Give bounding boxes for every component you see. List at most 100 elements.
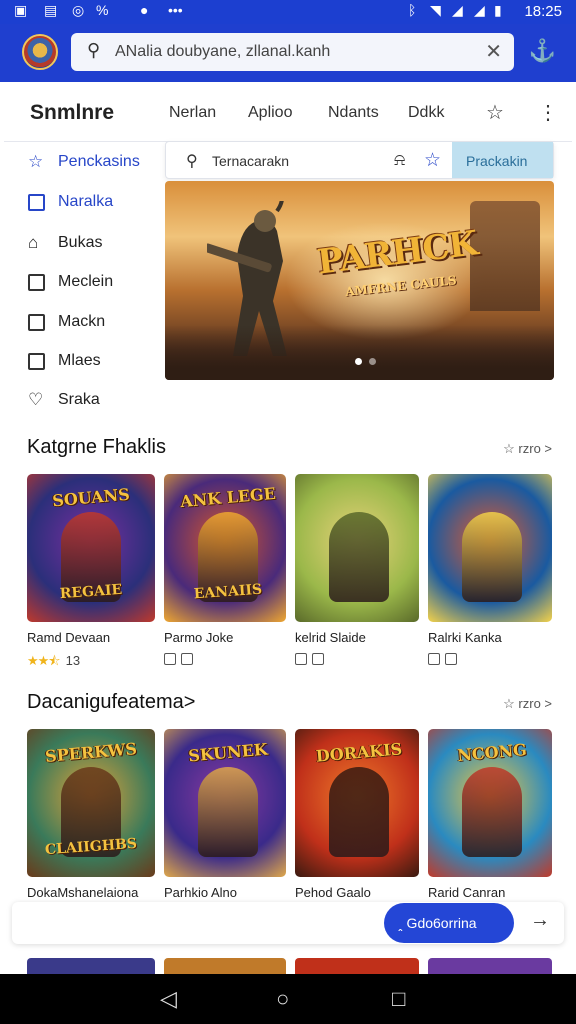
sidebar-item-label: Mlaes <box>58 352 101 369</box>
platform-icon <box>445 653 457 665</box>
game-card[interactable]: SPERKWS CLAIIGHBS <box>27 729 155 877</box>
section-more-label: rzro > <box>518 696 552 711</box>
card-thumbnail[interactable] <box>164 958 286 974</box>
carousel-dot[interactable] <box>355 358 362 365</box>
tab-3[interactable]: Ndants <box>328 104 379 122</box>
card-title[interactable]: Rarid Canran <box>428 885 556 900</box>
game-card[interactable] <box>428 474 552 622</box>
bluetooth-icon: ᛒ <box>408 2 417 18</box>
heart-icon: ♡ <box>28 390 44 409</box>
game-card[interactable] <box>295 474 419 622</box>
platform-icon <box>428 653 440 665</box>
card-title[interactable]: Ramd Devaan <box>27 630 155 645</box>
card-meta <box>295 652 329 667</box>
sidebar-item-label: Sraka <box>58 391 100 408</box>
image-icon: ▣ <box>14 2 28 18</box>
app-bar: ⚲ ANalia doubyane, zllanal.kanh ✕ ⚓ <box>0 24 576 82</box>
signal-icon: ◢ <box>474 2 485 18</box>
inner-search-input[interactable]: Ternacarakn <box>212 153 289 169</box>
sidebar-item-meclein[interactable]: Meclein <box>28 272 113 296</box>
bell-icon[interactable]: ⍾ <box>394 150 405 170</box>
game-card[interactable]: SOUANS REGAIE <box>27 474 155 622</box>
card-title[interactable]: Parhkio Alno <box>164 885 292 900</box>
tab-1[interactable]: Nerlan <box>169 104 216 122</box>
card-title[interactable]: kelrid Slaide <box>295 630 423 645</box>
anchor-icon[interactable]: ⚓ <box>529 38 556 64</box>
star-outline-icon[interactable]: ☆ <box>486 100 504 125</box>
card-character <box>329 512 389 602</box>
card-character <box>462 512 522 602</box>
battery-icon: ▮ <box>494 2 502 18</box>
card-thumbnail[interactable] <box>295 958 419 974</box>
hero-banner[interactable]: PARHCK AMFRNE CAULS <box>165 181 554 380</box>
sidebar-item-label: Naralka <box>58 193 114 210</box>
search-icon: ⚲ <box>186 153 198 170</box>
rating-count: 13 <box>65 653 81 668</box>
system-nav-bar: ◁ ○ □ <box>0 974 576 1024</box>
star-outline-icon: ☆ <box>503 696 515 711</box>
primary-action-button[interactable]: ꞈ Gdo6orrina <box>384 903 514 943</box>
card-thumbnail[interactable] <box>27 958 155 974</box>
more-icon: ••• <box>168 2 183 18</box>
game-card[interactable]: ANK LEGE EANAIIS <box>164 474 286 622</box>
platform-icon <box>312 653 324 665</box>
status-time: 18:25 <box>524 3 562 20</box>
sidebar-item-label: Mackn <box>58 313 106 330</box>
game-logo-icon[interactable] <box>22 34 58 70</box>
tab-2[interactable]: Aplioo <box>248 104 292 122</box>
sidebar-item-bukas[interactable]: ⌂ Bukas <box>28 233 102 257</box>
signal-icon: ◢ <box>452 2 463 18</box>
sidebar-item-sraka[interactable]: ♡ Sraka <box>28 390 100 414</box>
card-title[interactable]: Parmo Joke <box>164 630 292 645</box>
tab-row: Snmlnre Nerlan Aplioo Ndants Ddkk ☆ ⋮ <box>4 84 572 142</box>
star-icon: ☆ <box>28 152 44 171</box>
inner-search-bar[interactable]: ⚲ Ternacarakn ⍾ ☆ Prackakin <box>165 141 554 179</box>
section-title: Dacanigufeatema> <box>27 691 196 713</box>
section-more-link[interactable]: ☆ rzro > <box>503 441 552 457</box>
card-title[interactable]: Ralrki Kanka <box>428 630 556 645</box>
search-input[interactable]: ANalia doubyane, zllanal.kanh <box>115 43 330 61</box>
game-card[interactable]: NCONG <box>428 729 552 877</box>
sidebar-item-label: Bukas <box>58 234 103 251</box>
star-outline-icon: ☆ <box>503 441 515 456</box>
sidebar-item-penckasins[interactable]: ☆ Penckasins <box>28 152 140 176</box>
card-meta <box>428 652 462 667</box>
carousel-dots <box>355 352 383 370</box>
card-title[interactable]: DokaMshanelaiona <box>27 885 155 900</box>
rating-stars-icon: ★★⯪ <box>27 653 61 668</box>
section-more-label: rzro > <box>518 441 552 456</box>
card-character <box>329 767 389 857</box>
search-icon: ⚲ <box>87 40 101 60</box>
section-more-link[interactable]: ☆ rzro > <box>503 696 552 712</box>
more-vertical-icon[interactable]: ⋮ <box>538 100 558 125</box>
card-character <box>198 767 258 857</box>
home-icon[interactable]: ○ <box>276 986 289 1012</box>
arrow-right-icon[interactable]: → <box>530 909 550 932</box>
card-thumbnail[interactable] <box>428 958 552 974</box>
carousel-dot[interactable] <box>369 358 376 365</box>
brand-title: Snmlnre <box>30 101 115 124</box>
sidebar-item-mackn[interactable]: Mackn <box>28 312 105 336</box>
sidebar-item-mlaes[interactable]: Mlaes <box>28 351 101 375</box>
sync-icon: ◎ <box>72 2 85 18</box>
hero-ruin <box>470 201 540 311</box>
sidebar-item-naralka[interactable]: Naralka <box>28 192 113 216</box>
folder-icon: ⌂ <box>28 233 39 252</box>
inner-search-pill-button[interactable]: Prackakin <box>452 142 553 178</box>
star-icon[interactable]: ☆ <box>424 149 441 172</box>
square-icon <box>28 194 45 211</box>
game-card[interactable]: DORAKIS <box>295 729 419 877</box>
wifi-off-icon: % <box>96 2 109 18</box>
search-field[interactable]: ⚲ ANalia doubyane, zllanal.kanh ✕ <box>71 33 514 71</box>
tab-4[interactable]: Ddkk <box>408 104 444 122</box>
status-bar: ▣ ▤ ◎ % ● ••• ᛒ ◥ ◢ ◢ ▮ 18:25 <box>0 0 576 24</box>
section-title: Katgrne Fhaklis <box>27 436 166 458</box>
platform-icon <box>164 653 176 665</box>
platform-icon <box>181 653 193 665</box>
back-icon[interactable]: ◁ <box>160 986 177 1012</box>
square-icon <box>28 274 45 291</box>
close-icon[interactable]: ✕ <box>485 39 502 64</box>
game-card[interactable]: SKUNEK <box>164 729 286 877</box>
card-title[interactable]: Pehod Gaalo <box>295 885 423 900</box>
recents-icon[interactable]: □ <box>392 986 405 1012</box>
